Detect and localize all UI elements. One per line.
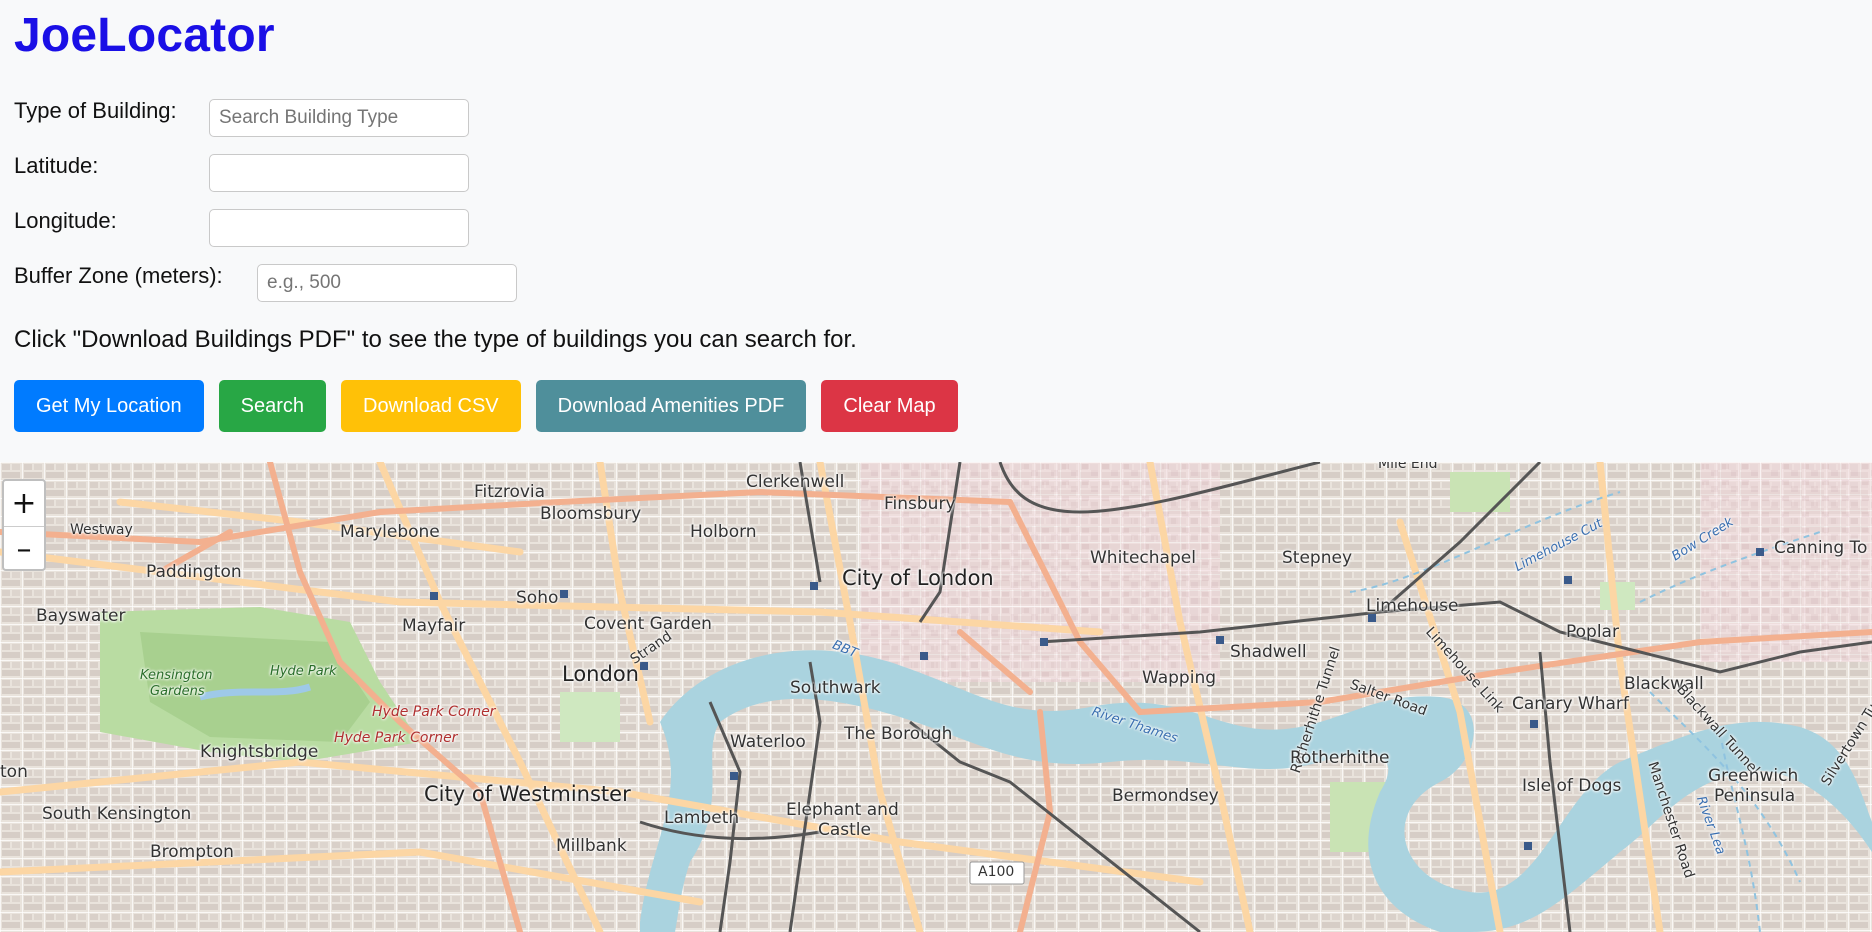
zoom-in-button[interactable]: +	[4, 481, 44, 527]
map-label-greenwich-peninsula-2: Peninsula	[1714, 786, 1796, 806]
latitude-label: Latitude:	[14, 153, 99, 178]
map-label-mayfair: Mayfair	[402, 616, 466, 636]
buffer-zone-row: Buffer Zone (meters):	[14, 263, 223, 289]
map-label-the-borough: The Borough	[844, 724, 953, 744]
latitude-input[interactable]	[209, 154, 469, 192]
map-label-rotherhithe: Rotherhithe	[1290, 748, 1390, 768]
map-label-stepney: Stepney	[1282, 548, 1353, 568]
map-label-isle-of-dogs: Isle of Dogs	[1522, 776, 1622, 796]
map-label-finsbury: Finsbury	[884, 494, 956, 514]
buffer-zone-input[interactable]	[257, 264, 517, 302]
map-label-kensington-gardens-1: Kensington	[140, 668, 213, 683]
map-label-elephant-and-castle-1: Elephant and	[786, 800, 899, 820]
map-label-limehouse: Limehouse	[1366, 596, 1459, 616]
search-button[interactable]: Search	[218, 380, 326, 432]
map-label-canary-wharf: Canary Wharf	[1512, 694, 1629, 714]
map-label-hyde-park-corner-2: Hyde Park Corner	[334, 730, 458, 746]
map-label-westway: Westway	[70, 522, 133, 538]
map-label-soho: Soho	[516, 588, 559, 608]
map-label-whitechapel: Whitechapel	[1090, 548, 1196, 568]
building-type-input[interactable]	[209, 99, 469, 137]
latitude-row: Latitude:	[14, 153, 98, 179]
get-my-location-button[interactable]: Get My Location	[14, 380, 204, 432]
action-buttons: Get My Location Search Download CSV Down…	[14, 380, 973, 432]
map-label-bermondsey: Bermondsey	[1112, 786, 1219, 806]
map-zoom-control: + –	[2, 479, 46, 571]
map-label-paddington: Paddington	[146, 562, 242, 582]
map-label-bloomsbury: Bloomsbury	[540, 504, 642, 524]
map-label-knightsbridge: Knightsbridge	[200, 742, 319, 762]
map-label-a100: A100	[978, 864, 1015, 880]
zoom-out-button[interactable]: –	[4, 527, 44, 569]
map-label-south-kensington: South Kensington	[42, 804, 192, 824]
map-label-marylebone: Marylebone	[340, 522, 440, 542]
map-label-elephant-and-castle-2: Castle	[818, 820, 871, 840]
map-label-wapping: Wapping	[1142, 668, 1217, 688]
app-header: JoeLocator	[14, 8, 275, 63]
map-label-shadwell: Shadwell	[1230, 642, 1307, 662]
map-label-ton: ton	[0, 762, 28, 782]
map-label-greenwich-peninsula-1: Greenwich	[1708, 766, 1799, 786]
map-label-city-of-london: City of London	[842, 566, 994, 590]
map-label-waterloo: Waterloo	[730, 732, 806, 752]
map-label-hyde-park-corner-1: Hyde Park Corner	[372, 704, 496, 720]
map-label-brompton: Brompton	[150, 842, 234, 862]
app-title: JoeLocator	[14, 9, 275, 62]
map-label-london: London	[562, 662, 639, 686]
map-view[interactable]: Mile End Fitzrovia Clerkenwell Finsbury …	[0, 462, 1872, 932]
instructions-text: Click "Download Buildings PDF" to see th…	[14, 326, 857, 353]
map-label-lambeth: Lambeth	[664, 808, 740, 828]
longitude-label: Longitude:	[14, 208, 117, 233]
building-type-label: Type of Building:	[14, 98, 177, 123]
download-amenities-pdf-button[interactable]: Download Amenities PDF	[535, 380, 807, 432]
map-label-southwark: Southwark	[790, 678, 881, 698]
map-label-holborn: Holborn	[690, 522, 757, 542]
longitude-row: Longitude:	[14, 208, 117, 234]
clear-map-button[interactable]: Clear Map	[821, 380, 958, 432]
buffer-zone-label: Buffer Zone (meters):	[14, 263, 223, 288]
map-label-city-of-westminster: City of Westminster	[424, 782, 631, 806]
map-label-canning-town: Canning To	[1774, 538, 1868, 558]
longitude-input[interactable]	[209, 209, 469, 247]
download-csv-button[interactable]: Download CSV	[341, 380, 521, 432]
map-label-clerkenwell: Clerkenwell	[746, 472, 845, 492]
building-type-row: Type of Building:	[14, 98, 177, 124]
map-label-kensington-gardens-2: Gardens	[150, 684, 205, 699]
map-label-mile-end: Mile End	[1378, 462, 1438, 472]
map-label-hyde-park: Hyde Park	[270, 664, 337, 679]
map-label-covent-garden: Covent Garden	[584, 614, 712, 634]
map-label-fitzrovia: Fitzrovia	[474, 482, 546, 502]
map-label-bayswater: Bayswater	[36, 606, 126, 626]
map-label-poplar: Poplar	[1566, 622, 1619, 642]
map-label-millbank: Millbank	[556, 836, 627, 856]
